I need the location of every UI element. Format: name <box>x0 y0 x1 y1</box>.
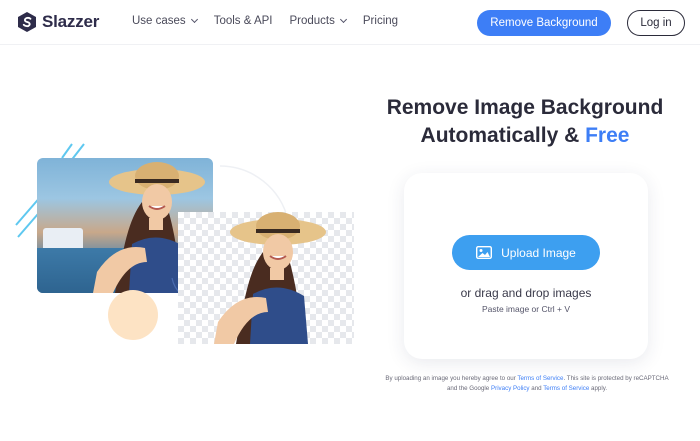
paste-hint-text: Paste image or Ctrl + V <box>481 304 571 314</box>
nav-item-products[interactable]: Products <box>289 15 347 27</box>
upload-dropzone[interactable]: Upload Image or drag and drop images Pas… <box>404 173 648 359</box>
nav-item-label: Tools & API <box>213 15 273 27</box>
headline-text: Automatically & <box>420 124 580 147</box>
nav-item-tools-api[interactable]: Tools & API <box>214 15 273 27</box>
nav-item-use-cases[interactable]: Use cases <box>132 15 198 27</box>
image-icon <box>476 246 493 259</box>
nav-links: Use cases Tools & API Products Pricing <box>132 15 415 27</box>
privacy-policy-link[interactable]: Privacy Policy <box>491 385 530 392</box>
top-navigation: Slazzer Use cases Tools & API Products P… <box>0 0 700 45</box>
headline-highlight: Free <box>585 124 630 147</box>
drag-drop-text: or drag and drop images <box>460 286 592 300</box>
legal-text: apply. <box>591 385 608 392</box>
cutout-photo <box>178 212 354 344</box>
headline-line-1: Remove Image Background <box>386 96 664 119</box>
woman-cutout-image <box>214 212 326 344</box>
legal-text: and <box>531 385 542 392</box>
headline-line-2: Automatically & Free <box>372 122 678 150</box>
nav-item-label: Pricing <box>362 15 399 27</box>
brand-name: Slazzer <box>42 12 100 31</box>
hero-headline: Remove Image Background Automatically & … <box>372 94 678 150</box>
slazzer-logo-icon <box>18 12 36 32</box>
chevron-down-icon <box>339 15 347 24</box>
remove-background-button[interactable]: Remove Background <box>477 10 611 36</box>
chevron-down-icon <box>190 15 198 24</box>
nav-item-pricing[interactable]: Pricing <box>363 15 398 27</box>
upload-image-button[interactable]: Upload Image <box>452 235 600 270</box>
legal-notice: By uploading an image you hereby agree t… <box>380 374 674 394</box>
upload-label: Upload Image <box>501 245 576 260</box>
logo[interactable]: Slazzer <box>16 10 99 34</box>
login-button[interactable]: Log in <box>627 10 685 36</box>
legal-text: By uploading an image you hereby agree t… <box>385 375 516 382</box>
nav-item-label: Use cases <box>132 15 186 27</box>
nav-item-label: Products <box>289 15 335 27</box>
terms-of-service-link-2[interactable]: Terms of Service <box>543 385 589 392</box>
terms-of-service-link[interactable]: Terms of Service <box>517 375 563 382</box>
